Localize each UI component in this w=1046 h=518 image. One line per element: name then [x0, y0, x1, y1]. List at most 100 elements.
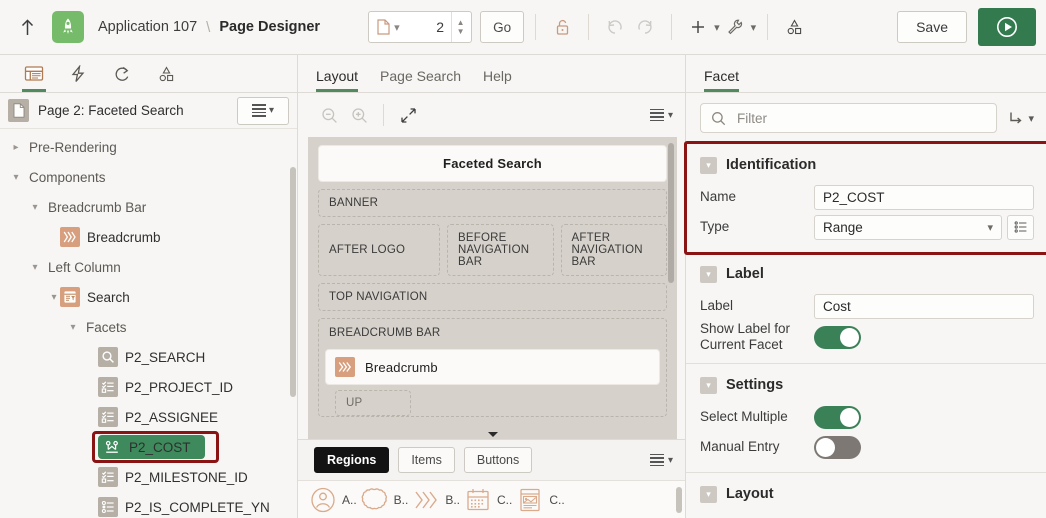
page-layout-grid[interactable]: Faceted Search BANNER AFTER LOGO BEFORE … [308, 137, 677, 439]
page-icon [377, 19, 390, 35]
chevron-down-icon[interactable]: ▾ [700, 376, 717, 394]
gallery-item[interactable]: C.. [515, 486, 565, 514]
list-of-values-icon[interactable] [1007, 214, 1034, 240]
tree-menu-button[interactable]: ▾ [237, 96, 289, 125]
chevron-down-icon[interactable]: ▾ [10, 171, 22, 183]
center-scrollbar[interactable] [668, 143, 674, 283]
grid-position-after-logo[interactable]: AFTER LOGO [318, 224, 440, 276]
sidebar-item-page-shared-components[interactable] [144, 55, 188, 92]
tree-item-components[interactable]: ▾ Components [0, 162, 297, 192]
tab-layout[interactable]: Layout [316, 68, 359, 92]
gallery-scrollbar[interactable] [676, 487, 682, 513]
zoom-in-icon[interactable] [344, 100, 374, 130]
property-group-header[interactable]: ▾ Identification [700, 152, 1034, 178]
chevron-down-icon[interactable]: ▾ [700, 485, 717, 503]
label-input[interactable]: Cost [814, 293, 1034, 319]
gallery-item[interactable]: B.. [411, 486, 460, 514]
grid-position-top-navigation[interactable]: TOP NAVIGATION [318, 283, 667, 311]
tree-item-p2-is-complete-yn[interactable]: P2_IS_COMPLETE_YN [0, 492, 297, 518]
tree-item-p2-project-id[interactable]: P2_PROJECT_ID [0, 372, 297, 402]
select-multiple-toggle[interactable] [814, 405, 861, 429]
grid-position-breadcrumb-bar[interactable]: BREADCRUMB BAR Breadcrumb UP [318, 318, 667, 417]
tree-item-p2-milestone-id[interactable]: P2_MILESTONE_ID [0, 462, 297, 492]
filter-box[interactable] [700, 103, 998, 133]
layout-toolbar: ▾ [298, 93, 685, 137]
show-label-for-current-facet-toggle[interactable] [814, 325, 861, 349]
stepper-up-icon[interactable]: ▲ [457, 18, 465, 27]
tree-item-breadcrumb-bar[interactable]: ▾ Breadcrumb Bar [0, 192, 297, 222]
breadcrumb-application-link[interactable]: Application 107 [98, 19, 197, 35]
wrench-icon[interactable] [720, 12, 750, 42]
left-scrollbar[interactable] [290, 167, 296, 397]
property-group-header[interactable]: ▾ Layout [700, 481, 1034, 507]
tab-page-search[interactable]: Page Search [380, 68, 461, 92]
property-group-header[interactable]: ▾ Settings [700, 372, 1034, 398]
manual-entry-toggle[interactable] [814, 435, 861, 459]
run-button[interactable] [978, 8, 1036, 46]
filter-input[interactable] [735, 109, 987, 127]
tree-item-p2-assignee[interactable]: P2_ASSIGNEE [0, 402, 297, 432]
utilities-menu[interactable]: ▾ [720, 12, 757, 42]
tree-item-selected[interactable]: P2_COST [98, 435, 205, 459]
tab-facet[interactable]: Facet [704, 68, 740, 92]
component-tree[interactable]: ▸ Pre-Rendering ▾ Components ▾ Breadcrumb Bar… [0, 129, 297, 518]
gallery-item-strip[interactable]: A.. B.. B.. C.. C.. [298, 480, 685, 518]
name-input[interactable]: P2_COST [814, 184, 1034, 210]
grid-region-breadcrumb[interactable]: Breadcrumb [325, 349, 660, 385]
property-group-header[interactable]: ▾ Label [700, 261, 1034, 287]
chevron-down-icon[interactable]: ▾ [29, 261, 41, 273]
gallery-tab-buttons[interactable]: Buttons [463, 447, 533, 473]
tree-item-pre-rendering[interactable]: ▸ Pre-Rendering [0, 132, 297, 162]
chevron-down-icon[interactable]: ▾ [67, 321, 79, 333]
sidebar-item-processing[interactable] [100, 55, 144, 92]
goto-group-menu[interactable]: ▾ [1007, 110, 1034, 126]
chevron-down-icon[interactable]: ▾ [48, 291, 60, 303]
zoom-out-icon[interactable] [314, 100, 344, 130]
page-number-field[interactable]: ▾ 2 ▲ ▼ [368, 11, 473, 43]
pane-resize-handle[interactable] [485, 429, 501, 439]
gallery-menu-button[interactable]: ▾ [649, 453, 673, 467]
gallery-item[interactable]: A.. [308, 486, 357, 514]
go-button[interactable]: Go [480, 11, 525, 43]
chevron-right-icon[interactable]: ▸ [10, 141, 22, 153]
redo-icon[interactable] [630, 12, 660, 42]
plus-icon[interactable] [683, 12, 713, 42]
tree-item-facets[interactable]: ▾ Facets [0, 312, 297, 342]
tree-item-search[interactable]: ▾ Search [0, 282, 297, 312]
tree-item-label: P2_COST [129, 439, 191, 455]
tree-item-left-column[interactable]: ▾ Left Column [0, 252, 297, 282]
gallery-item[interactable]: B.. [360, 486, 408, 514]
expand-icon[interactable] [393, 100, 423, 130]
chevron-down-icon[interactable]: ▾ [700, 265, 717, 283]
chevron-down-icon[interactable]: ▾ [29, 201, 41, 213]
chevron-down-icon[interactable]: ▾ [751, 21, 757, 34]
tree-item-p2-cost[interactable]: P2_COST [0, 432, 297, 462]
stepper-down-icon[interactable]: ▼ [457, 27, 465, 36]
type-select[interactable]: Range ▾ [814, 214, 1002, 240]
grid-position-up[interactable]: UP [335, 390, 411, 416]
property-group-layout: ▾ Layout [686, 473, 1046, 518]
add-menu[interactable]: ▾ [683, 12, 720, 42]
undo-icon[interactable] [600, 12, 630, 42]
chevron-down-icon[interactable]: ▾ [700, 156, 717, 174]
gallery-tab-regions[interactable]: Regions [314, 447, 390, 473]
sidebar-item-dynamic-actions[interactable] [56, 55, 100, 92]
rocket-icon[interactable] [52, 11, 84, 43]
layout-menu-button[interactable]: ▾ [649, 108, 673, 122]
grid-position-after-navigation-bar[interactable]: AFTER NAVIGATION BAR [560, 224, 667, 276]
grid-position-banner[interactable]: BANNER [318, 189, 667, 217]
shapes-icon[interactable] [779, 12, 809, 42]
unlock-icon[interactable] [547, 12, 577, 42]
tab-help[interactable]: Help [483, 68, 512, 92]
grid-position-before-navigation-bar[interactable]: BEFORE NAVIGATION BAR [447, 224, 554, 276]
tree-item-breadcrumb[interactable]: Breadcrumb [0, 222, 297, 252]
page-number-stepper[interactable]: ▲ ▼ [451, 12, 469, 42]
gallery-tab-items[interactable]: Items [398, 447, 455, 473]
gallery-item[interactable]: C.. [463, 486, 512, 514]
grid-region-breadcrumb-label: Breadcrumb [365, 359, 438, 375]
save-button[interactable]: Save [897, 11, 967, 43]
arrow-up-icon[interactable] [14, 14, 40, 40]
sidebar-item-rendering[interactable] [12, 55, 56, 92]
grid-page-header[interactable]: Faceted Search [318, 145, 667, 182]
tree-item-p2-search[interactable]: P2_SEARCH [0, 342, 297, 372]
